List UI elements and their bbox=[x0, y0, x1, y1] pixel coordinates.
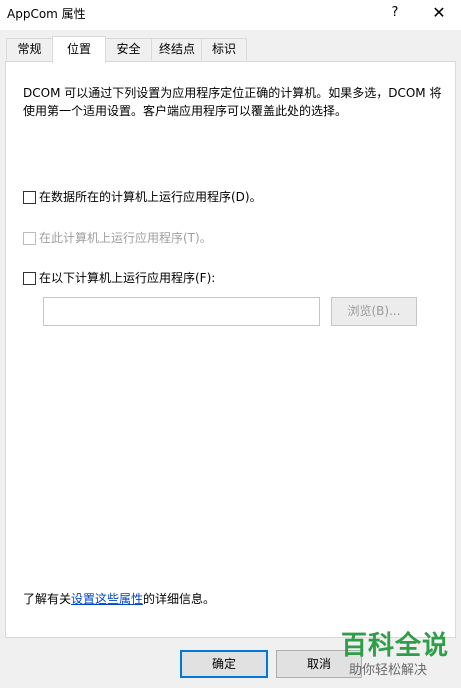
option-label: 在数据所在的计算机上运行应用程序(D)。 bbox=[39, 190, 262, 204]
location-panel: DCOM 可以通过下列设置为应用程序定位正确的计算机。如果多选，DCOM 将使用… bbox=[5, 61, 456, 638]
tab-identity[interactable]: 标识 bbox=[201, 38, 247, 60]
watermark-logo: 百科全说 助你轻松解决 bbox=[341, 625, 451, 683]
tab-general[interactable]: 常规 bbox=[6, 38, 53, 60]
tab-security[interactable]: 安全 bbox=[104, 38, 153, 60]
title-bar: AppCom 属性 ? ✕ bbox=[0, 0, 461, 30]
tab-endpoints[interactable]: 终结点 bbox=[151, 38, 203, 60]
description-text: DCOM 可以通过下列设置为应用程序定位正确的计算机。如果多选，DCOM 将使用… bbox=[23, 86, 442, 118]
close-button[interactable]: ✕ bbox=[416, 0, 461, 30]
checkbox[interactable] bbox=[23, 191, 36, 204]
help-button[interactable]: ? bbox=[372, 0, 418, 30]
learn-more-text: 了解有关设置这些属性的详细信息。 bbox=[23, 590, 215, 607]
footer-prefix: 了解有关 bbox=[23, 592, 72, 606]
checkbox[interactable] bbox=[23, 232, 36, 245]
settings-help-link[interactable]: 设置这些属性 bbox=[71, 592, 143, 606]
computer-name-input[interactable] bbox=[43, 297, 320, 326]
window-title: AppCom 属性 bbox=[7, 7, 86, 21]
browse-button[interactable]: 浏览(B)... bbox=[331, 297, 417, 326]
watermark-subtitle: 助你轻松解决 bbox=[349, 663, 428, 678]
checkbox[interactable] bbox=[23, 272, 36, 285]
watermark-title: 百科全说 bbox=[341, 631, 450, 661]
option-label: 在此计算机上运行应用程序(T)。 bbox=[39, 231, 212, 245]
footer-suffix: 的详细信息。 bbox=[143, 592, 216, 606]
ok-button[interactable]: 确定 bbox=[180, 650, 268, 678]
option-label: 在以下计算机上运行应用程序(F): bbox=[39, 271, 216, 285]
tab-location[interactable]: 位置 bbox=[52, 36, 106, 63]
